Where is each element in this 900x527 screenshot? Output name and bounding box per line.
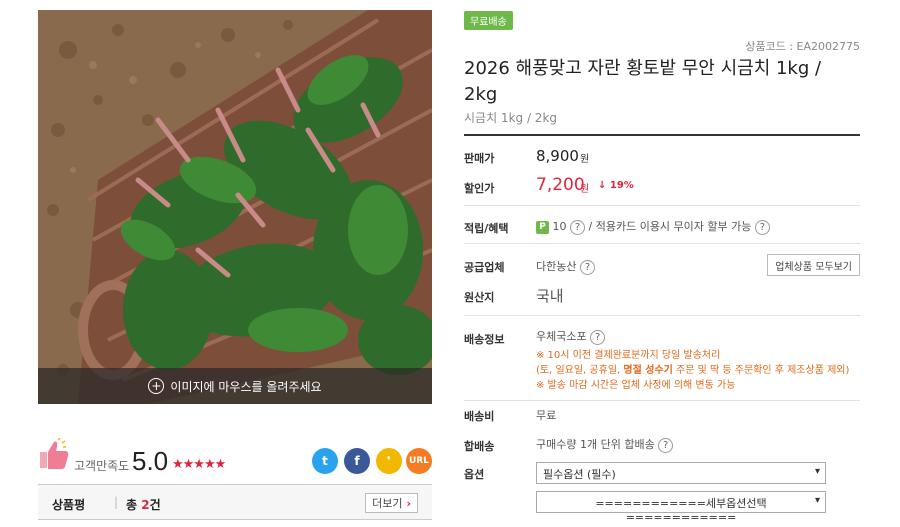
product-info: 무료배송 상품코드 : EA2002775 2026 해풍맞고 자란 황토밭 무… [464, 10, 860, 524]
free-shipping-badge: 무료배송 [464, 11, 513, 30]
supplier-name[interactable]: 다한농산 [536, 260, 576, 273]
delivery-label: 배송정보 [464, 333, 505, 346]
options-label: 옵션 [464, 468, 485, 481]
kakaostory-share-button[interactable]: ❜ [376, 448, 402, 474]
product-title: 2026 해풍맞고 자란 황토밭 무안 시금치 1kg / 2kg [464, 58, 822, 105]
origin-value: 국내 [536, 287, 564, 305]
delivery-note-2-c: 주문 및 딱 등 주문확인 후 제조상품 제외) [672, 365, 850, 376]
rating-stars: ★★★★★ [172, 457, 226, 472]
divider [464, 315, 860, 316]
kakaostory-icon: ❜ [386, 454, 392, 468]
delivery-note-2: (토, 일요일, 공휴일, 명절 성수기 주문 및 딱 등 주문확인 후 제조상… [536, 363, 856, 378]
delivery-note-2-a: (토, 일요일, 공휴일, [536, 365, 624, 376]
product-gallery: + 이미지에 마우스를 올려주세요 고객만족도 5.0 ★★★★★ t f ❜ … [38, 10, 432, 520]
spinach-photo [38, 10, 432, 404]
review-more-label: 더보기 [372, 497, 403, 510]
facebook-icon: f [354, 454, 360, 468]
delivery-help-icon[interactable]: ? [590, 329, 606, 345]
discount-price-unit: 원 [580, 184, 590, 195]
url-copy-button[interactable]: URL [406, 448, 432, 474]
title-divider [464, 134, 860, 136]
required-option-select[interactable]: 필수옵션 (필수) ▾ [536, 462, 826, 484]
review-summary: 상품평 | 총 2건 더보기 › [38, 484, 432, 520]
product-subtitle: 시금치 1kg / 2kg [464, 111, 558, 125]
shipping-fee-label: 배송비 [464, 410, 495, 423]
shipping-fee-value: 무료 [536, 409, 557, 422]
combined-help-icon[interactable]: ? [658, 437, 674, 453]
benefit-slash: / [588, 220, 593, 233]
review-count: 총 2건 [126, 496, 161, 513]
url-icon: URL [409, 456, 429, 466]
delivery-note-1: ※ 10시 이전 결제완료분까지 당일 발송처리 [536, 350, 721, 361]
twitter-icon: t [322, 454, 328, 468]
zoom-plus-icon: + [148, 378, 165, 394]
sub-option-select[interactable]: ============세부옵션선택============ ▾ [536, 491, 826, 524]
thumbs-up-icon [40, 438, 69, 469]
sale-price-label: 판매가 [464, 152, 495, 165]
image-hover-hint: + 이미지에 마우스를 올려주세요 [38, 368, 432, 404]
divider [464, 400, 860, 401]
points-value: 10 [552, 220, 567, 233]
delivery-note-3: ※ 발송 마감 시간은 업체 사정에 의해 변동 가능 [536, 380, 736, 391]
rating-row: 고객만족도 5.0 ★★★★★ t f ❜ URL [38, 432, 432, 482]
supplier-value: 다한농산 ? [536, 258, 595, 275]
chevron-down-icon: ▾ [814, 466, 820, 477]
review-count-prefix: 총 [126, 498, 142, 512]
supplier-all-products-button[interactable]: 업체상품 모두보기 [767, 254, 860, 276]
chevron-right-icon: › [406, 496, 411, 510]
product-code: 상품코드 : EA2002775 [745, 40, 860, 53]
chevron-down-icon: ▾ [814, 495, 820, 506]
origin-label: 원산지 [464, 291, 495, 304]
carrier-name: 우체국소포 [536, 330, 587, 343]
facebook-share-button[interactable]: f [344, 448, 370, 474]
combined-shipping-value: 구매수량 1개 단위 합배송 ? [536, 436, 674, 453]
delivery-notes: ※ 10시 이전 결제완료분까지 당일 발송처리 (토, 일요일, 공휴일, 명… [536, 348, 856, 393]
discount-price-label: 할인가 [464, 182, 495, 195]
discount-price-value: 7,200 [536, 175, 585, 195]
points-icon: P [536, 220, 549, 234]
benefit-value: P 10 ? / 적용카드 이용시 무이자 할부 가능 ? [536, 218, 770, 235]
delivery-carrier: 우체국소포 ? [536, 328, 606, 345]
product-image[interactable]: + 이미지에 마우스를 올려주세요 [38, 10, 432, 404]
required-option-value: 필수옵션 (필수) [543, 468, 616, 481]
combined-shipping-text: 구매수량 1개 단위 합배송 [536, 438, 655, 451]
card-benefit-text: 적용카드 이용시 무이자 할부 가능 [595, 220, 752, 233]
supplier-help-icon[interactable]: ? [579, 259, 595, 275]
image-hint-text: 이미지에 마우스를 올려주세요 [170, 379, 322, 394]
sale-price-value: 8,900 [536, 147, 579, 165]
supplier-label: 공급업체 [464, 261, 505, 274]
rating-label: 고객만족도 [74, 459, 130, 473]
divider [464, 243, 860, 244]
sub-option-value: ============세부옵션선택============ [595, 497, 767, 524]
twitter-share-button[interactable]: t [312, 448, 338, 474]
sale-price-unit: 원 [580, 154, 590, 165]
delivery-note-2-b: 명절 성수기 [623, 365, 673, 376]
rating-score: 5.0 [132, 446, 169, 476]
points-help-icon[interactable]: ? [570, 219, 585, 235]
review-separator: | [114, 495, 119, 509]
review-label: 상품평 [52, 498, 86, 512]
review-count-suffix: 건 [149, 498, 161, 512]
benefit-label: 적립/혜택 [464, 222, 509, 235]
review-more-button[interactable]: 더보기 › [365, 493, 418, 513]
divider [464, 205, 860, 206]
combined-shipping-label: 합배송 [464, 440, 495, 453]
discount-rate: ↓ 19% [598, 180, 634, 191]
review-count-number: 2 [141, 498, 150, 512]
card-help-icon[interactable]: ? [754, 219, 770, 235]
